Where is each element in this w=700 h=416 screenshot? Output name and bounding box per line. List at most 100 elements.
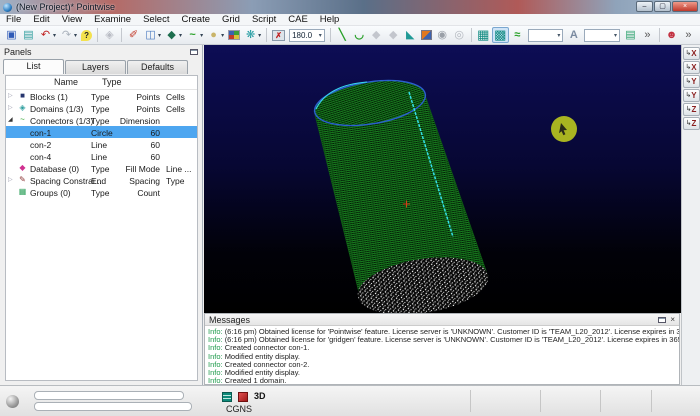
tree-row-col3: 60 — [108, 152, 160, 162]
spacing-label-button[interactable]: A — [565, 27, 582, 43]
menu-grid[interactable]: Grid — [216, 14, 246, 26]
expand-toggle-icon[interactable]: ▷ — [8, 92, 16, 99]
tree-row-col4: Cells — [166, 104, 185, 114]
chevron-down-icon[interactable]: ▾ — [258, 32, 261, 39]
view-minus-x-button[interactable]: ↳X — [683, 61, 700, 74]
menu-select[interactable]: Select — [137, 14, 175, 26]
unstructured-grid-button[interactable]: ▩ — [492, 27, 509, 43]
menu-edit[interactable]: Edit — [27, 14, 55, 26]
connector-dimension-button[interactable]: ≈ — [509, 27, 526, 43]
grid-mode-icon[interactable] — [222, 392, 232, 402]
display-area[interactable] — [204, 45, 681, 313]
render-sphere-icon — [6, 395, 19, 408]
solid-model-button[interactable] — [419, 27, 434, 43]
curve-tool-button[interactable]: ◡ — [351, 27, 368, 43]
tree-row-groups[interactable]: ▦Groups (0)TypeCount — [6, 186, 197, 198]
column-header-name[interactable]: Name — [54, 77, 78, 87]
minimize-button[interactable]: – — [636, 1, 653, 12]
expand-toggle-icon[interactable]: ◢ — [8, 116, 16, 123]
view-minus-y-button[interactable]: ↳Y — [683, 89, 700, 102]
probe-button[interactable]: ❋▾ — [242, 27, 263, 43]
menu-help[interactable]: Help — [314, 14, 346, 26]
menu-examine[interactable]: Examine — [88, 14, 137, 26]
spacing-combo[interactable]: ▾ — [584, 29, 620, 42]
window-title: (New Project)* Pointwise — [16, 2, 115, 12]
structured-grid-button[interactable]: ▦ — [475, 27, 492, 43]
close-button[interactable]: × — [672, 1, 698, 12]
chevron-down-icon[interactable]: ▾ — [319, 32, 322, 39]
menu-script[interactable]: Script — [246, 14, 282, 26]
tree-row-con-1[interactable]: con-1Circle60 — [6, 126, 197, 138]
dimension-mode-label[interactable]: 3D — [254, 391, 266, 401]
view-plus-z-button[interactable]: ↳Z — [683, 103, 700, 116]
solver-cube-icon[interactable] — [238, 392, 248, 402]
image-button[interactable] — [226, 27, 242, 43]
tree-row-domains[interactable]: ▷◈Domains (1/3)TypePointsCells — [6, 102, 197, 114]
menu-cae[interactable]: CAE — [282, 14, 314, 26]
list-column-headers[interactable]: Name Type — [6, 76, 197, 90]
tree-row-spacing-constraints[interactable]: ▷✎Spacing Constrai...EndSpacingType — [6, 174, 197, 186]
3d-viewport-canvas[interactable] — [204, 45, 681, 313]
diamond-icon: ◈ — [103, 28, 116, 42]
tree-row-blocks[interactable]: ▷■Blocks (1)TypePointsCells — [6, 90, 197, 102]
tab-layers[interactable]: Layers — [65, 60, 126, 74]
tab-list[interactable]: List — [3, 59, 64, 74]
chevron-down-icon[interactable]: ▾ — [158, 32, 161, 39]
examine-button[interactable]: ✗ — [270, 27, 287, 43]
dimension-combo[interactable]: ▾ — [528, 29, 564, 42]
two-point-line-button[interactable]: ╲ — [334, 27, 351, 43]
arc-icon: ◡ — [353, 28, 366, 42]
chevron-down-icon[interactable]: ▾ — [53, 32, 56, 39]
chevron-down-icon[interactable]: ▾ — [221, 32, 224, 39]
database-entity-button[interactable]: ●▾ — [205, 27, 226, 43]
undo-button[interactable]: ↶▾ — [37, 27, 58, 43]
view-minus-z-button[interactable]: ↳Z — [683, 117, 700, 130]
help-button[interactable]: ? — [79, 27, 94, 43]
display-style-button[interactable]: ✐ — [125, 27, 142, 43]
grid-dense-icon: ▩ — [494, 28, 507, 42]
layers-button[interactable]: ▤ — [622, 27, 639, 43]
title-bar[interactable]: (New Project)* Pointwise – ▢ × — [0, 0, 700, 14]
probe-icon: ❋ — [244, 28, 257, 42]
chevron-down-icon[interactable]: ▾ — [614, 32, 617, 39]
tree-row-type: Type — [91, 92, 109, 102]
tree-row-con-4[interactable]: con-4Line60 — [6, 150, 197, 162]
overflow-2-button[interactable]: » — [680, 27, 697, 43]
overflow-button[interactable]: » — [639, 27, 656, 43]
chevron-down-icon[interactable]: ▾ — [200, 32, 203, 39]
group-icon: ▦ — [17, 187, 28, 196]
diamond-icon: ◆ — [370, 28, 383, 42]
image-icon — [228, 30, 240, 40]
tree-row-con-2[interactable]: con-2Line60 — [6, 138, 197, 150]
expand-toggle-icon[interactable]: ▷ — [8, 104, 16, 111]
close-icon[interactable]: × — [670, 316, 675, 324]
menu-file[interactable]: File — [0, 14, 27, 26]
mask-face-icon: ☻ — [665, 28, 678, 42]
view-plus-y-button[interactable]: ↳Y — [683, 75, 700, 88]
box-icon — [421, 30, 432, 40]
undock-icon[interactable] — [658, 317, 666, 323]
menu-view[interactable]: View — [56, 14, 88, 26]
chevron-down-icon[interactable]: ▾ — [557, 32, 560, 39]
panels-panel: Panels List Layers Defaults Name Type ▷■… — [0, 45, 203, 385]
view-cube-button[interactable]: ◫▾ — [142, 27, 163, 43]
domain-entity-button[interactable]: ◆▾ — [163, 27, 184, 43]
tab-defaults[interactable]: Defaults — [127, 60, 188, 74]
column-header-type[interactable]: Type — [102, 77, 122, 87]
chevron-down-icon[interactable]: ▾ — [179, 32, 182, 39]
tree-row-database[interactable]: ◆Database (0)TypeFill ModeLine ... — [6, 162, 197, 174]
tree-row-connectors[interactable]: ◢~Connectors (1/3)TypeDimension — [6, 114, 197, 126]
export-button[interactable]: ▤ — [20, 27, 37, 43]
undock-icon[interactable] — [190, 49, 198, 55]
save-button[interactable]: ▣ — [3, 27, 20, 43]
connector-entity-button[interactable]: ~▾ — [184, 27, 205, 43]
chevron-down-icon[interactable]: ▾ — [74, 32, 77, 39]
rotation-angle-combo[interactable]: 180.0▾ — [289, 29, 325, 42]
maximize-button[interactable]: ▢ — [654, 1, 671, 12]
menu-create[interactable]: Create — [175, 14, 216, 26]
revolve-tool-button[interactable]: ◣ — [402, 27, 419, 43]
cae-solver-label[interactable]: CGNS — [226, 404, 252, 414]
mask-button[interactable]: ☻ — [663, 27, 680, 43]
expand-toggle-icon[interactable]: ▷ — [8, 176, 16, 183]
view-plus-x-button[interactable]: ↳X — [683, 47, 700, 60]
